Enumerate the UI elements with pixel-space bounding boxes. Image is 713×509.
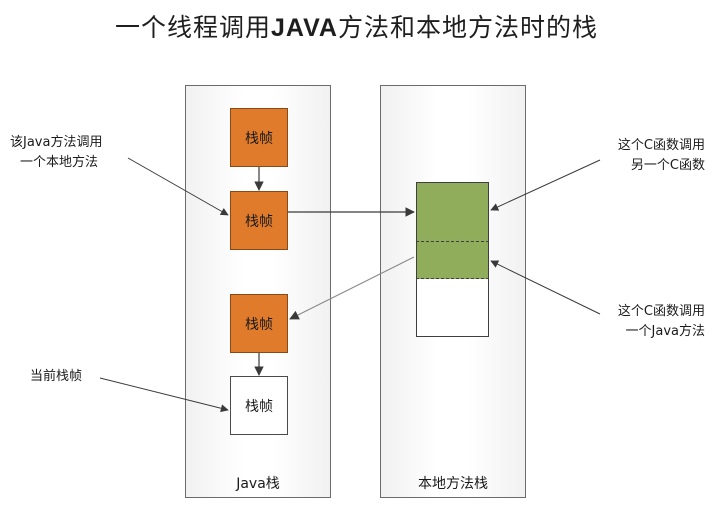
pointer-c-calls-java <box>490 260 601 315</box>
pointer-c-calls-c <box>490 159 601 211</box>
diagram-canvas: 一个线程调用JAVA方法和本地方法时的栈 Java栈 本地方法栈 栈帧 栈帧 栈… <box>0 0 713 509</box>
pointer-current-frame <box>99 377 229 413</box>
pointer-java-calls-native <box>127 157 229 216</box>
arrow-native-to-java <box>289 256 415 320</box>
connector-layer <box>99 157 601 413</box>
